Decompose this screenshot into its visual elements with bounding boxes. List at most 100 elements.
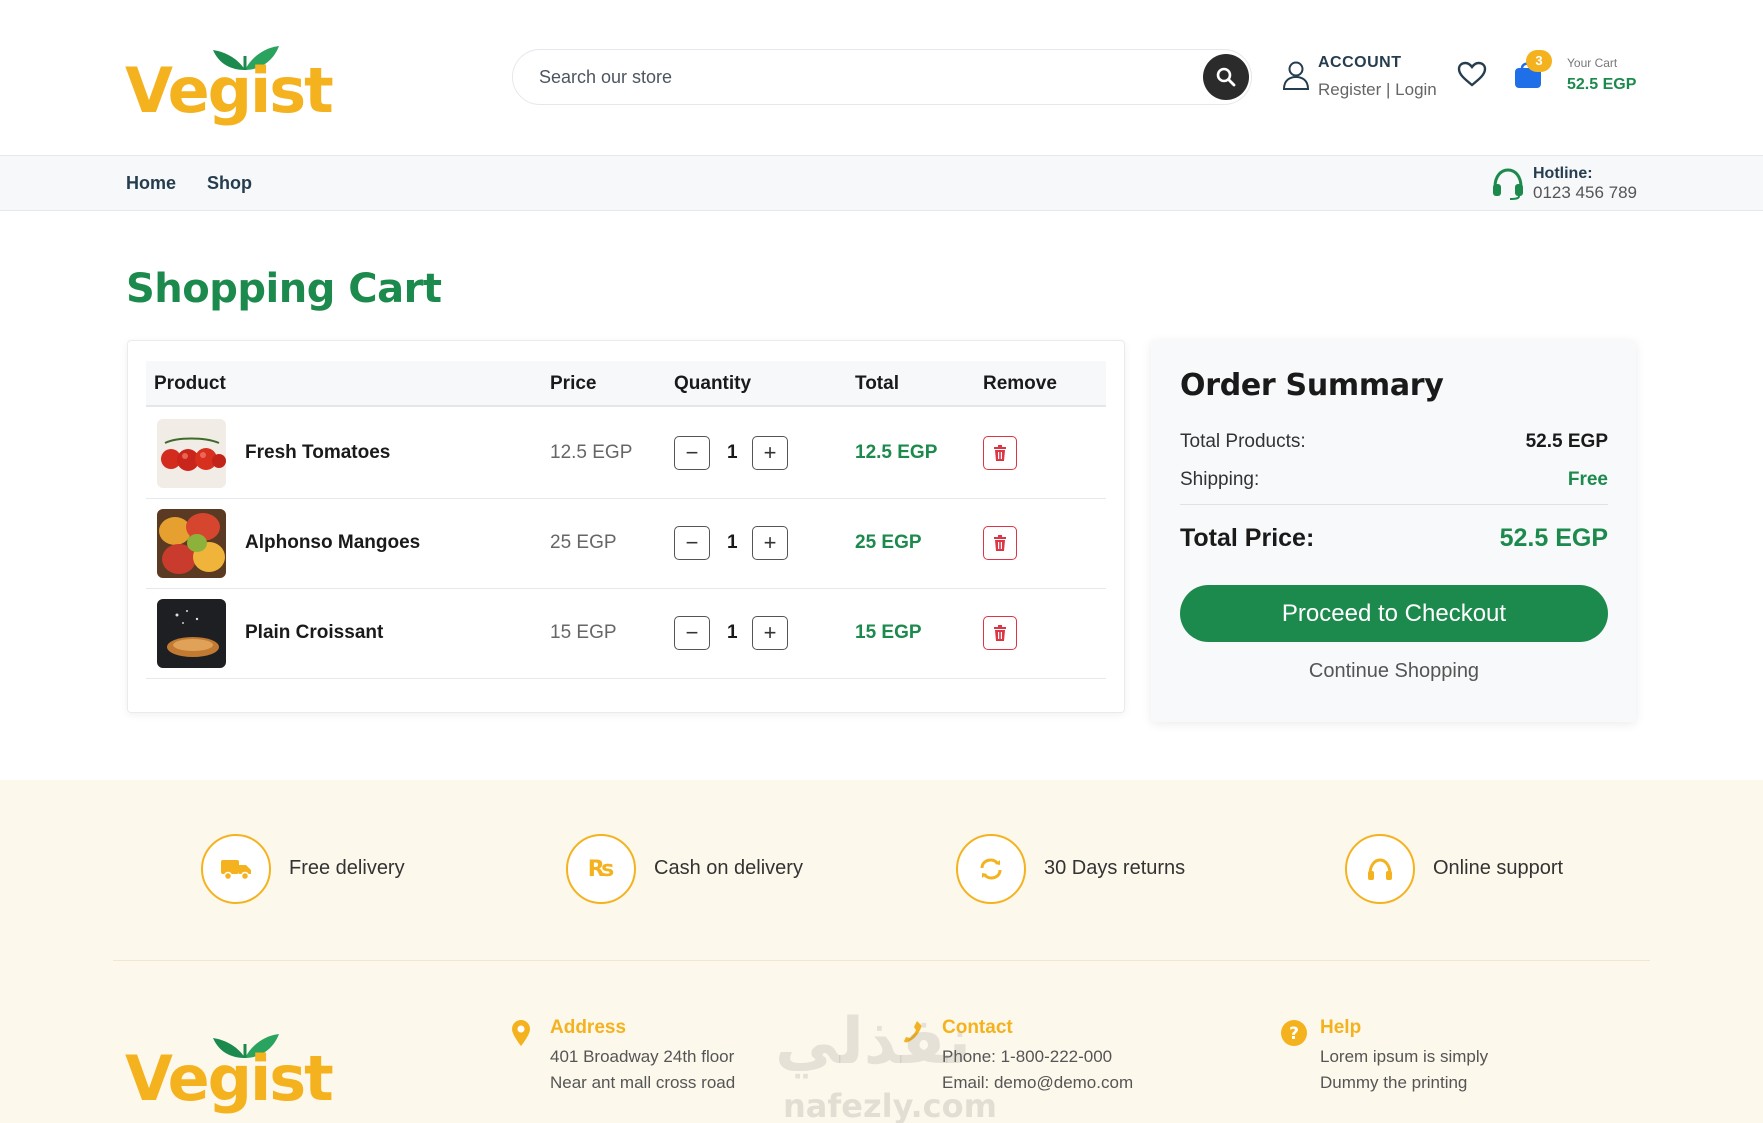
cart-total[interactable]: 52.5 EGP — [1567, 76, 1636, 94]
summary-divider — [1180, 504, 1608, 505]
col-remove: Remove — [983, 373, 1057, 394]
trash-icon — [994, 535, 1006, 551]
vegist-logo[interactable]: Vegist — [125, 30, 334, 125]
minus-icon: − — [685, 620, 699, 645]
product-price: 25 EGP — [550, 532, 617, 553]
address-title: Address — [550, 1017, 627, 1038]
col-price: Price — [550, 373, 597, 394]
continue-shopping-link[interactable]: Continue Shopping — [1180, 660, 1608, 683]
cart-row: Fresh Tomatoes 12.5 EGP − 1 + 12.5 EGP — [146, 409, 1106, 499]
total-price-value: 52.5 EGP — [1499, 524, 1608, 552]
qty-increase-button[interactable]: + — [752, 616, 788, 650]
feature-label: Online support — [1433, 857, 1564, 879]
help-line: Lorem ipsum is simply — [1320, 1047, 1489, 1066]
search-button[interactable] — [1203, 54, 1249, 100]
qty-value: 1 — [727, 622, 738, 643]
shipping-value: Free — [1567, 469, 1608, 490]
trash-icon — [994, 625, 1006, 641]
qty-value: 1 — [727, 532, 738, 553]
refresh-icon — [956, 834, 1026, 904]
phone-icon — [904, 1021, 922, 1043]
total-price-label: Total Price: — [1180, 524, 1315, 552]
svg-text:?: ? — [1289, 1024, 1299, 1044]
plus-icon: + — [763, 530, 777, 555]
qty-decrease-button[interactable]: − — [674, 616, 710, 650]
account-menu[interactable]: ACCOUNT Register | Login — [1280, 50, 1450, 105]
summary-title: Order Summary — [1180, 368, 1444, 403]
qty-decrease-button[interactable]: − — [674, 436, 710, 470]
trash-icon — [994, 445, 1006, 461]
nav-shop[interactable]: Shop — [207, 173, 252, 194]
minus-icon: − — [685, 440, 699, 465]
headphones-icon — [1345, 834, 1415, 904]
truck-icon — [201, 834, 271, 904]
account-title: ACCOUNT — [1318, 54, 1402, 71]
qty-increase-button[interactable]: + — [752, 526, 788, 560]
feature-label: Free delivery — [289, 857, 405, 879]
product-price: 15 EGP — [550, 622, 617, 643]
cart-row: Alphonso Mangoes 25 EGP − 1 + 25 EGP — [146, 499, 1106, 589]
main-nav: Home Shop Hotline: 0123 456 789 — [0, 155, 1763, 211]
checkout-button[interactable]: Proceed to Checkout — [1180, 585, 1608, 642]
product-total: 15 EGP — [855, 622, 922, 643]
cart-count-badge: 3 — [1526, 50, 1552, 72]
plus-icon: + — [763, 440, 777, 465]
product-image-croissant[interactable] — [157, 599, 226, 668]
cart-table: Product Price Quantity Total Remove Fres… — [127, 340, 1125, 713]
address-line: 401 Broadway 24th floor — [550, 1047, 735, 1066]
col-product: Product — [154, 373, 226, 394]
qty-increase-button[interactable]: + — [752, 436, 788, 470]
product-name[interactable]: Fresh Tomatoes — [245, 442, 390, 464]
cart-table-header: Product Price Quantity Total Remove — [146, 361, 1106, 407]
product-name[interactable]: Alphonso Mangoes — [245, 532, 420, 554]
qty-value: 1 — [727, 442, 738, 463]
feature-label: Cash on delivery — [654, 857, 803, 879]
footer-logo[interactable]: Vegist — [125, 1018, 334, 1113]
product-price: 12.5 EGP — [550, 442, 633, 463]
cart-row: Plain Croissant 15 EGP − 1 + 15 EGP — [146, 589, 1106, 679]
address-line: Near ant mall cross road — [550, 1073, 736, 1092]
order-summary: Order Summary Total Products: 52.5 EGP S… — [1151, 340, 1636, 722]
help-icon: ? — [1281, 1020, 1307, 1046]
product-total: 25 EGP — [855, 532, 922, 553]
product-total: 12.5 EGP — [855, 442, 938, 463]
location-pin-icon — [512, 1020, 530, 1046]
help-line: Dummy the printing — [1320, 1073, 1468, 1092]
contact-email[interactable]: Email: demo@demo.com — [942, 1073, 1133, 1093]
total-products-value: 52.5 EGP — [1525, 431, 1608, 452]
cart-label: Your Cart — [1567, 56, 1618, 70]
site-header: Vegist ACCOUNT Register | Login 3 Your C… — [0, 0, 1763, 155]
footer-divider — [113, 960, 1650, 961]
contact-title: Contact — [942, 1017, 1013, 1038]
remove-button[interactable] — [983, 526, 1017, 560]
remove-button[interactable] — [983, 616, 1017, 650]
search-bar — [512, 49, 1252, 105]
shipping-label: Shipping: — [1180, 469, 1260, 490]
product-name[interactable]: Plain Croissant — [245, 622, 383, 644]
col-total: Total — [855, 373, 899, 394]
register-login-link[interactable]: Register | Login — [1318, 80, 1437, 100]
contact-phone: Phone: 1-800-222-000 — [942, 1047, 1113, 1066]
page-title: Shopping Cart — [126, 266, 442, 312]
qty-decrease-button[interactable]: − — [674, 526, 710, 560]
search-input[interactable] — [539, 62, 1179, 92]
remove-button[interactable] — [983, 436, 1017, 470]
minus-icon: − — [685, 530, 699, 555]
hotline-title: Hotline: — [1533, 165, 1593, 182]
plus-icon: + — [763, 620, 777, 645]
feature-label: 30 Days returns — [1044, 857, 1186, 879]
nav-home[interactable]: Home — [126, 173, 176, 194]
hotline-number: 0123 456 789 — [1533, 183, 1637, 202]
headset-icon — [1493, 168, 1523, 200]
col-quantity: Quantity — [674, 373, 752, 394]
product-image-tomatoes[interactable] — [157, 419, 226, 488]
logo-text: Vegist — [125, 1042, 334, 1115]
total-products-label: Total Products: — [1180, 431, 1306, 452]
user-icon — [1282, 61, 1310, 90]
logo-text: Vegist — [125, 54, 334, 127]
heart-icon[interactable] — [1457, 61, 1487, 87]
product-image-mangoes[interactable] — [157, 509, 226, 578]
search-icon — [1216, 67, 1236, 87]
help-title: Help — [1320, 1017, 1362, 1038]
rupee-icon: ₨ — [566, 834, 636, 904]
